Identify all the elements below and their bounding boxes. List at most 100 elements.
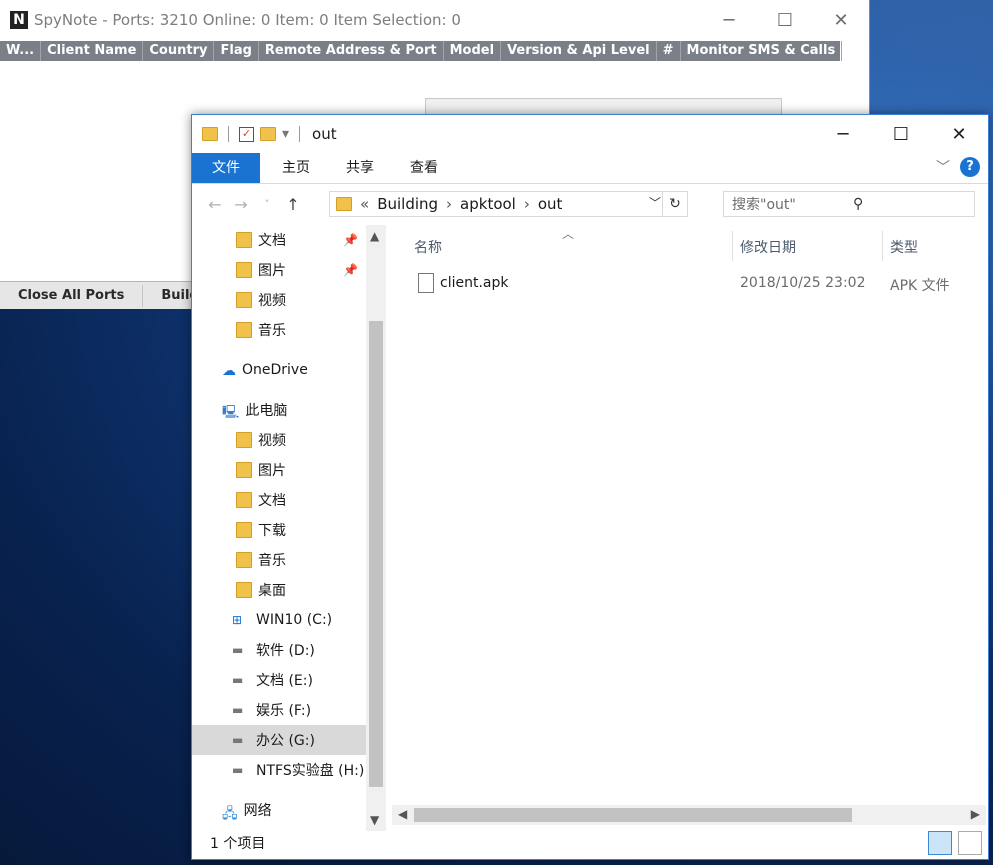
file-list-horizontal-scrollbar[interactable]: ◀ ▶ [392, 805, 986, 825]
breadcrumb-separator-1[interactable]: › [446, 195, 452, 213]
scroll-up-icon[interactable]: ▲ [370, 229, 379, 243]
nav-pane-scrollbar[interactable]: ▲ ▼ [366, 225, 386, 831]
nav-item-drive-e[interactable]: ▬ 文档 (E:) [192, 665, 386, 695]
customize-toolbar-dropdown-icon[interactable]: ▾ [282, 126, 289, 142]
scroll-left-icon[interactable]: ◀ [398, 807, 407, 821]
forward-arrow-icon[interactable]: → [228, 195, 254, 214]
expand-ribbon-icon[interactable]: ﹀ [936, 157, 950, 177]
column-header-monitor[interactable]: Monitor SMS & Calls [681, 41, 843, 61]
column-header-date[interactable]: 修改日期 [740, 237, 796, 257]
tab-share[interactable]: 共享 [328, 153, 392, 183]
nav-item-downloads[interactable]: 下载 [192, 515, 386, 545]
spynote-close-button[interactable]: ✕ [813, 0, 869, 40]
horizontal-scroll-thumb[interactable] [414, 808, 852, 822]
downloads-folder-icon [236, 522, 252, 538]
properties-check-icon[interactable]: ✓ [239, 126, 254, 142]
help-icon[interactable]: ? [960, 157, 980, 177]
nav-item-desktop[interactable]: 桌面 [192, 575, 386, 605]
column-header-version[interactable]: Version & Api Level [501, 41, 657, 61]
navigation-pane: 文档 📌 图片 📌 视频 音乐 ☁ OneDrive 🖳 此电脑 视频 图片 文档 下载… [192, 225, 386, 831]
breadcrumb-apktool[interactable]: apktool [460, 195, 516, 213]
explorer-close-button[interactable]: ✕ [930, 115, 988, 153]
column-header-type[interactable]: 类型 [890, 237, 918, 257]
large-icons-view-icon[interactable] [958, 831, 982, 855]
nav-item-onedrive[interactable]: ☁ OneDrive [192, 355, 386, 385]
nav-item-music[interactable]: 音乐 [192, 545, 386, 575]
pin-icon: 📌 [343, 263, 358, 277]
scroll-down-icon[interactable]: ▼ [370, 813, 379, 827]
file-name: client.apk [440, 275, 509, 291]
address-folder-icon [336, 197, 352, 211]
desktop-folder-icon [236, 582, 252, 598]
details-view-icon[interactable] [928, 831, 952, 855]
file-type: APK 文件 [890, 278, 950, 294]
recent-locations-chevron-icon[interactable]: ˅ [254, 198, 280, 211]
videos-folder-icon [236, 432, 252, 448]
nav-item-drive-h[interactable]: ▬ NTFS实验盘 (H:) [192, 755, 386, 785]
status-bar: 1 个项目 [192, 827, 988, 859]
ribbon-tabs: 文件 主页 共享 查看 ﹀ ? [192, 153, 988, 184]
spynote-minimize-button[interactable]: ─ [701, 0, 757, 40]
column-header-country[interactable]: Country [143, 41, 215, 61]
new-folder-icon[interactable] [260, 127, 276, 141]
explorer-maximize-button[interactable]: ☐ [872, 115, 930, 153]
address-dropdown-icon[interactable]: ﹀ [649, 194, 661, 211]
nav-item-videos-quick[interactable]: 视频 [192, 285, 386, 315]
documents-folder-icon [236, 232, 252, 248]
table-row[interactable]: client.apk 2018/10/25 23:02 APK 文件 [392, 273, 982, 297]
nav-item-drive-c[interactable]: ⊞ WIN10 (C:) [192, 605, 386, 635]
column-header-remote-address[interactable]: Remote Address & Port [259, 41, 444, 61]
breadcrumb-out[interactable]: out [538, 195, 563, 213]
column-header-client-name[interactable]: Client Name [41, 41, 144, 61]
tab-home[interactable]: 主页 [264, 153, 328, 183]
address-overflow-chevron[interactable]: « [360, 195, 369, 213]
search-input[interactable]: 搜索"out" ⚲ [723, 191, 975, 217]
column-header-name[interactable]: 名称 [414, 237, 442, 257]
nav-item-videos[interactable]: 视频 [192, 425, 386, 455]
tab-file[interactable]: 文件 [192, 153, 260, 183]
nav-item-pictures[interactable]: 图片 [192, 455, 386, 485]
column-header-model[interactable]: Model [444, 41, 502, 61]
network-icon: 🖧 [222, 806, 238, 822]
column-header-flag[interactable]: Flag [214, 41, 259, 61]
back-arrow-icon[interactable]: ← [202, 195, 228, 214]
drive-icon: ▬ [232, 763, 244, 777]
spynote-maximize-button[interactable]: ☐ [757, 0, 813, 40]
explorer-minimize-button[interactable]: ─ [814, 115, 872, 153]
music-folder-icon [236, 322, 252, 338]
breadcrumb-separator-2[interactable]: › [524, 195, 530, 213]
search-placeholder: 搜索"out" [732, 197, 796, 213]
refresh-icon[interactable]: ↻ [662, 192, 687, 216]
explorer-title: out [312, 125, 337, 143]
column-header-hash[interactable]: # [657, 41, 681, 61]
computer-icon: 🖳 [222, 405, 240, 420]
nav-item-drive-g[interactable]: ▬ 办公 (G:) [192, 725, 386, 755]
nav-item-documents-pinned[interactable]: 文档 📌 [192, 225, 386, 255]
nav-item-this-pc[interactable]: 🖳 此电脑 [192, 395, 386, 425]
folder-icon [202, 127, 218, 141]
scroll-right-icon[interactable]: ▶ [971, 807, 980, 821]
nav-scroll-thumb[interactable] [369, 321, 383, 787]
nav-item-drive-d[interactable]: ▬ 软件 (D:) [192, 635, 386, 665]
sort-ascending-icon: ︿ [562, 227, 575, 241]
address-bar-row: ← → ˅ ↑ « Building › apktool › out ﹀ ↻ 搜… [192, 184, 988, 224]
nav-item-documents[interactable]: 文档 [192, 485, 386, 515]
nav-item-pictures-pinned[interactable]: 图片 📌 [192, 255, 386, 285]
column-header-w[interactable]: W... [0, 41, 42, 61]
pictures-folder-icon [236, 262, 252, 278]
drive-icon: ▬ [232, 643, 244, 657]
cloud-icon: ☁ [222, 363, 236, 379]
up-arrow-icon[interactable]: ↑ [280, 195, 306, 214]
close-all-ports-button[interactable]: Close All Ports [0, 284, 144, 307]
videos-folder-icon [236, 292, 252, 308]
music-folder-icon [236, 552, 252, 568]
breadcrumb-building[interactable]: Building [377, 195, 438, 213]
spynote-titlebar: N SpyNote - Ports: 3210 Online: 0 Item: … [0, 0, 869, 40]
file-list: ︿ 名称 修改日期 类型 client.apk 2018/10/25 23:02… [392, 225, 982, 805]
nav-item-network[interactable]: 🖧 网络 [192, 795, 386, 825]
tab-view[interactable]: 查看 [392, 153, 456, 183]
nav-item-drive-f[interactable]: ▬ 娱乐 (F:) [192, 695, 386, 725]
explorer-window: ✓ ▾ out ─ ☐ ✕ 文件 主页 共享 查看 ﹀ ? ← → ˅ ↑ « … [191, 114, 989, 860]
nav-item-music-quick[interactable]: 音乐 [192, 315, 386, 345]
address-bar[interactable]: « Building › apktool › out ﹀ ↻ [329, 191, 688, 217]
